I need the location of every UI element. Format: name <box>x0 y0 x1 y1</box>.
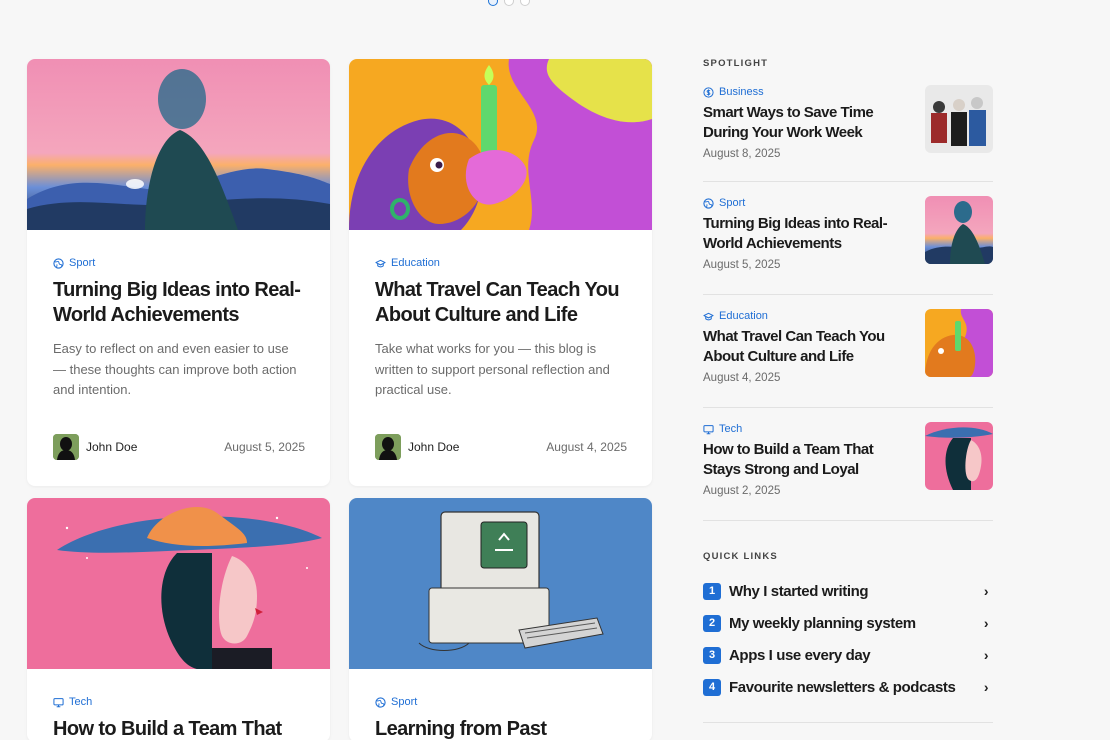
article-image[interactable] <box>349 59 652 230</box>
category-label[interactable]: Business <box>719 85 764 99</box>
globe-icon <box>703 198 714 209</box>
spotlight-item[interactable]: Education What Travel Can Teach You Abou… <box>703 295 993 408</box>
article-image[interactable] <box>27 498 330 669</box>
author[interactable]: John Doe <box>375 433 460 460</box>
category-tag[interactable]: Tech <box>703 422 903 436</box>
quick-link-label[interactable]: My weekly planning system <box>729 615 979 632</box>
quick-link-number: 2 <box>703 614 721 632</box>
quick-link[interactable]: 3 Apps I use every day › <box>703 639 993 671</box>
category-label[interactable]: Sport <box>391 695 417 709</box>
article-image[interactable] <box>349 498 652 669</box>
monitor-icon <box>53 697 64 708</box>
article-card[interactable]: Education What Travel Can Teach You Abou… <box>349 59 652 486</box>
article-excerpt: Take what works for you — this blog is w… <box>375 341 610 397</box>
chevron-right-icon[interactable]: › <box>979 583 993 599</box>
category-tag[interactable]: Sport <box>375 695 627 709</box>
category-tag[interactable]: Tech <box>53 695 305 709</box>
article-title[interactable]: Learning from Past <box>375 717 627 740</box>
avatar <box>375 433 401 460</box>
article-title[interactable]: What Travel Can Teach You About Culture … <box>375 278 627 328</box>
chevron-right-icon[interactable]: › <box>979 615 993 631</box>
divider <box>703 722 993 723</box>
spotlight-thumbnail[interactable] <box>925 309 993 377</box>
category-label[interactable]: Education <box>719 309 768 323</box>
spotlight-title[interactable]: How to Build a Team That Stays Strong an… <box>703 440 903 479</box>
article-excerpt: Easy to reflect on and even easier to us… <box>53 341 297 397</box>
globe-icon <box>53 258 64 269</box>
spotlight-title[interactable]: Turning Big Ideas into Real-World Achiev… <box>703 214 903 253</box>
article-image[interactable] <box>27 59 330 230</box>
carousel-dot-3[interactable] <box>520 0 530 6</box>
article-title[interactable]: Turning Big Ideas into Real-World Achiev… <box>53 278 305 328</box>
spotlight-heading: SPOTLIGHT <box>703 58 769 69</box>
spotlight-item[interactable]: Sport Turning Big Ideas into Real-World … <box>703 182 993 295</box>
graduation-cap-icon <box>703 311 714 322</box>
article-card[interactable]: Tech How to Build a Team That <box>27 498 330 740</box>
spotlight-date: August 2, 2025 <box>703 485 781 497</box>
quick-link-label[interactable]: Favourite newsletters & podcasts <box>729 679 979 696</box>
category-label[interactable]: Sport <box>69 256 95 270</box>
carousel-dot-1[interactable] <box>488 0 498 6</box>
category-tag[interactable]: Business <box>703 85 903 99</box>
chevron-right-icon[interactable]: › <box>979 647 993 663</box>
quick-link-number: 4 <box>703 678 721 696</box>
sidebar: SPOTLIGHT Business Smart Ways to Save Ti… <box>703 58 993 723</box>
spotlight-date: August 5, 2025 <box>703 259 781 271</box>
category-tag[interactable]: Sport <box>703 196 903 210</box>
article-card[interactable]: Sport Turning Big Ideas into Real-World … <box>27 59 330 486</box>
spotlight-date: August 4, 2025 <box>703 372 781 384</box>
spotlight-thumbnail[interactable] <box>925 196 993 264</box>
spotlight-title[interactable]: Smart Ways to Save Time During Your Work… <box>703 103 903 142</box>
quick-links-heading: QUICK LINKS <box>703 551 778 562</box>
dollar-circle-icon <box>703 87 714 98</box>
chevron-right-icon[interactable]: › <box>979 679 993 695</box>
author[interactable]: John Doe <box>53 433 138 460</box>
author-name: John Doe <box>86 439 138 454</box>
spotlight-list: Business Smart Ways to Save Time During … <box>703 69 993 521</box>
quick-link[interactable]: 1 Why I started writing › <box>703 575 993 607</box>
category-label[interactable]: Sport <box>719 196 745 210</box>
spotlight-date: August 8, 2025 <box>703 148 781 160</box>
graduation-cap-icon <box>375 258 386 269</box>
spotlight-item[interactable]: Tech How to Build a Team That Stays Stro… <box>703 408 993 521</box>
monitor-icon <box>703 424 714 435</box>
category-label[interactable]: Tech <box>69 695 92 709</box>
avatar <box>53 433 79 460</box>
article-card[interactable]: Sport Learning from Past <box>349 498 652 740</box>
category-tag[interactable]: Sport <box>53 256 305 270</box>
article-date: August 5, 2025 <box>224 439 305 454</box>
carousel-dot-2[interactable] <box>504 0 514 6</box>
category-tag[interactable]: Education <box>703 309 903 323</box>
category-tag[interactable]: Education <box>375 256 627 270</box>
spotlight-title[interactable]: What Travel Can Teach You About Culture … <box>703 327 903 366</box>
quick-link-label[interactable]: Apps I use every day <box>729 647 979 664</box>
quick-link-label[interactable]: Why I started writing <box>729 583 979 600</box>
quick-link[interactable]: 2 My weekly planning system › <box>703 607 993 639</box>
spotlight-thumbnail[interactable] <box>925 422 993 490</box>
globe-icon <box>375 697 386 708</box>
category-label[interactable]: Tech <box>719 422 742 436</box>
quick-links-list: 1 Why I started writing › 2 My weekly pl… <box>703 575 993 703</box>
carousel-dots <box>488 0 530 6</box>
category-label[interactable]: Education <box>391 256 440 270</box>
article-date: August 4, 2025 <box>546 439 627 454</box>
article-title[interactable]: How to Build a Team That <box>53 717 305 740</box>
quick-link-number: 1 <box>703 582 721 600</box>
quick-link[interactable]: 4 Favourite newsletters & podcasts › <box>703 671 993 703</box>
quick-link-number: 3 <box>703 646 721 664</box>
spotlight-item[interactable]: Business Smart Ways to Save Time During … <box>703 69 993 182</box>
author-name: John Doe <box>408 439 460 454</box>
spotlight-thumbnail[interactable] <box>925 85 993 153</box>
